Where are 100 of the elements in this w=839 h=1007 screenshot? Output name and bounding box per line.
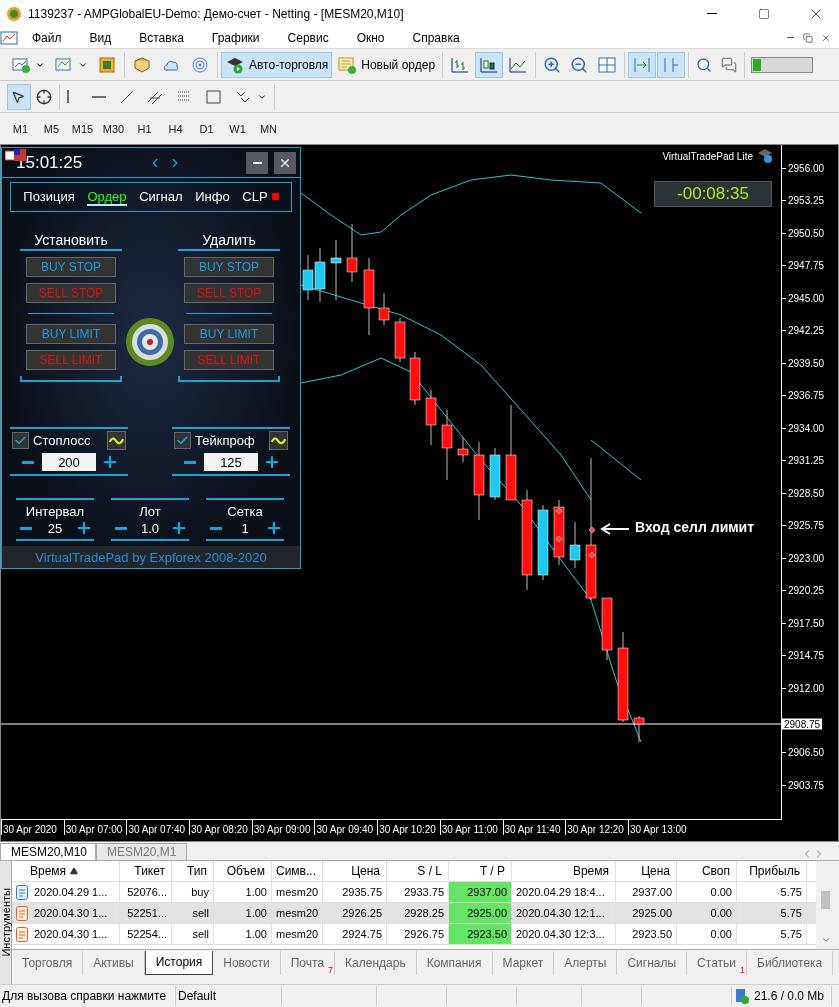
column-header[interactable]: S / L (387, 861, 449, 882)
countdown-timer: -00:08:35 (654, 181, 772, 207)
price-label: 2914.75 (788, 649, 825, 661)
price-label: 2925.75 (788, 519, 825, 531)
column-header[interactable]: Объем (214, 861, 272, 882)
panel-tab[interactable]: CLP (242, 188, 279, 206)
value-field[interactable]: 200 (42, 453, 96, 471)
time-label: 30 Apr 2020 (1, 820, 64, 835)
table-cell: 5.75 (737, 903, 807, 923)
price-label: 2923.00 (788, 552, 825, 564)
menu-item[interactable]: Справка (398, 30, 474, 45)
order-button[interactable]: BUY LIMIT (26, 324, 116, 344)
timeframe-button[interactable]: M15 (67, 122, 98, 135)
stepper-value: 1.0 (139, 520, 161, 536)
cursor-icon (11, 89, 25, 104)
wave-button[interactable] (269, 431, 288, 450)
order-button[interactable]: BUY LIMIT (184, 324, 274, 344)
terminal-tab[interactable]: Маркет (492, 950, 555, 975)
menu-item[interactable]: Окно (342, 30, 399, 45)
candle (633, 715, 645, 743)
order-button[interactable]: BUY STOP (184, 257, 274, 277)
price-label: 2906.50 (788, 746, 825, 758)
order-marker (555, 507, 563, 515)
table-cell: 2020.04.29 1... (12, 882, 120, 902)
candle (409, 351, 421, 406)
column-header[interactable]: Тикет (120, 861, 172, 882)
zoom-out-icon (570, 55, 589, 74)
price-label: 2928.50 (788, 487, 825, 499)
menu-item[interactable]: Вид (75, 30, 126, 45)
toolbar-button[interactable]: Авто-торговля (221, 51, 333, 78)
count-label: 7 (328, 964, 334, 975)
wave-button[interactable] (107, 431, 126, 450)
value-field[interactable]: 125 (204, 453, 258, 471)
table-cell: buy (172, 882, 214, 902)
line-chart-icon (508, 55, 529, 74)
column-header[interactable]: Тип (172, 861, 214, 882)
column-header[interactable]: Время (12, 861, 120, 882)
column-header[interactable]: Своп (677, 861, 737, 882)
terminal-tab[interactable]: Торговля (12, 950, 84, 975)
candle (346, 223, 358, 283)
chart-tab[interactable]: MESM20,M1 (96, 843, 188, 860)
terminal-tab[interactable]: Новости (213, 950, 281, 975)
menu-item[interactable]: Вставка (125, 30, 198, 45)
menu-item[interactable]: Сервис (273, 30, 343, 45)
menu-item[interactable]: Файл (18, 30, 76, 45)
new-chart-icon (11, 55, 31, 74)
table-row[interactable]: 2020.04.29 1... 52076... buy 1.00 mesm20 2935.75 2933.75 2937.00 2020.04.29 18:4... 2937.00 0.00 5.75 (12, 882, 816, 903)
scrollbar-thumb[interactable] (821, 891, 830, 909)
toolbar-button[interactable] (475, 51, 504, 78)
table-cell: 1.00 (214, 903, 272, 923)
timeframe-button[interactable]: M30 (98, 122, 129, 135)
check-icon (176, 434, 189, 447)
column-header[interactable]: Прибыль (737, 861, 807, 882)
candle (489, 447, 501, 501)
timeframe-button[interactable]: MN (253, 122, 284, 135)
protection-label: Тейкпроф (195, 433, 256, 448)
bar-chart-icon (450, 55, 471, 74)
timeframe-button[interactable]: M5 (36, 122, 67, 135)
terminal-tab[interactable]: Библиотека (747, 950, 834, 975)
candle (569, 521, 581, 569)
checkbox[interactable] (174, 432, 191, 449)
menu-item[interactable]: Графики (197, 30, 274, 45)
help-text: Для вызова справки нажмите (2, 988, 167, 1003)
terminal-tab[interactable]: Календарь (335, 950, 417, 975)
panel-tab[interactable]: Инфо (195, 188, 230, 206)
plus-icon (263, 453, 281, 471)
toolbox-side-tab[interactable]: Инструменты (0, 861, 12, 984)
timeframe-button[interactable]: W1 (222, 122, 253, 135)
scroll-down-icon[interactable] (820, 935, 831, 945)
column-header[interactable]: Время (512, 861, 616, 882)
column-header[interactable]: T / P (449, 861, 512, 882)
toolbar-button[interactable]: Новый ордер (333, 51, 440, 78)
panel-minimize-button[interactable] (246, 151, 268, 174)
column-header[interactable]: Симв... (272, 861, 323, 882)
timeframe-button[interactable]: D1 (191, 122, 222, 135)
timeframe-button[interactable]: H4 (160, 122, 191, 135)
order-marker (588, 526, 596, 534)
panel-tab[interactable]: Ордер (87, 188, 127, 206)
mdi-restore-button[interactable] (801, 30, 815, 45)
column-header[interactable]: Цена (616, 861, 677, 882)
panel-close-button[interactable] (274, 151, 296, 174)
drawing-tool-button[interactable] (7, 83, 31, 110)
terminal-tab[interactable]: Сигналы (617, 950, 688, 975)
terminal-tab[interactable]: Компания (416, 950, 493, 975)
terminal-tab[interactable]: Почта 7 (280, 950, 336, 975)
panel-tab[interactable]: Сигнал (139, 188, 183, 206)
timeframe-button[interactable]: H1 (129, 122, 160, 135)
annotation-text: Вход селл лимит (635, 519, 755, 535)
table-row[interactable]: 2020.04.30 1... 52254... sell 1.00 mesm20 2924.75 2926.75 2923.50 2020.04.30 12:3... 2923.50 0.00 5.75 (12, 924, 816, 945)
terminal-tab[interactable]: Статьи 1 (687, 950, 747, 975)
chart-tab[interactable]: MESM20,M10 (0, 843, 96, 860)
column-header[interactable]: Цена (323, 861, 387, 882)
checkbox[interactable] (12, 432, 29, 449)
terminal-tab[interactable]: История (144, 950, 214, 975)
table-row[interactable]: 2020.04.30 1... 52251... sell 1.00 mesm20 2926.25 2928.25 2925.00 2020.04.30 12:1... 2925.00 0.00 5.75 (12, 903, 816, 924)
terminal-tab[interactable]: Алерты (554, 950, 618, 975)
panel-tab[interactable]: Позиция (23, 188, 75, 206)
order-button[interactable]: BUY STOP (26, 257, 116, 277)
timeframe-button[interactable]: M1 (5, 122, 36, 135)
terminal-tab[interactable]: Активы (83, 950, 145, 975)
